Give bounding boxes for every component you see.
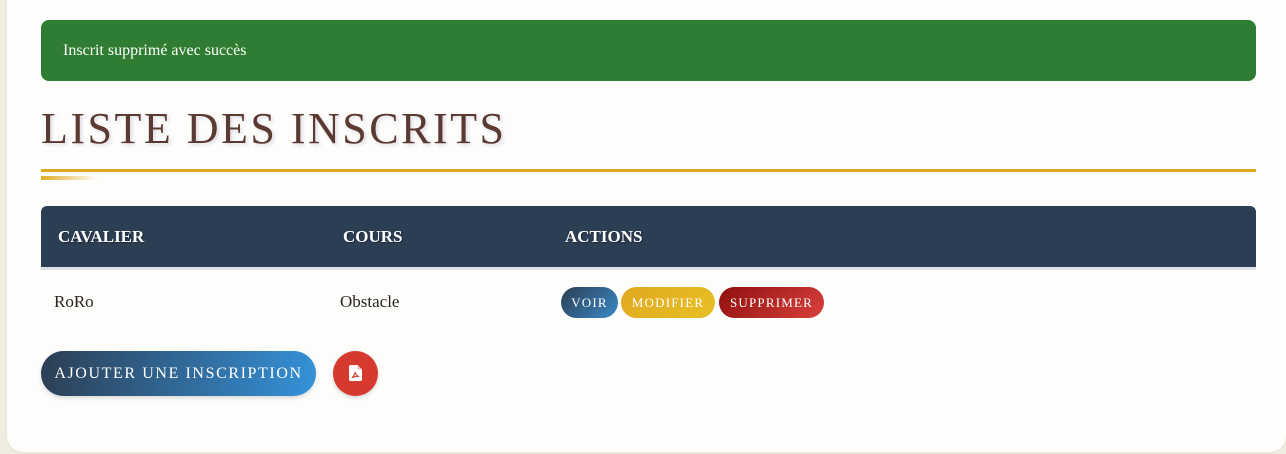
edit-button[interactable]: MODIFIER <box>621 287 715 318</box>
title-accent-bar <box>41 176 97 180</box>
column-header-cavalier: CAVALIER <box>58 227 145 246</box>
page-title: LISTE DES INSCRITS <box>41 104 507 153</box>
title-divider <box>41 169 1256 172</box>
cell-cavalier: RoRo <box>54 292 94 311</box>
view-button[interactable]: VOIR <box>561 287 618 318</box>
cell-cours: Obstacle <box>340 292 400 311</box>
delete-button[interactable]: SUPPRIMER <box>719 287 824 318</box>
alert-message: Inscrit supprimé avec succès <box>63 42 247 59</box>
add-registration-button[interactable]: AJOUTER UNE INSCRIPTION <box>41 351 316 396</box>
success-alert: Inscrit supprimé avec succès <box>41 20 1256 81</box>
table-row: RoRo Obstacle VOIR MODIFIER SUPPRIMER <box>41 270 1256 334</box>
table-header: CAVALIER COURS ACTIONS <box>41 206 1256 270</box>
column-header-actions: ACTIONS <box>565 227 643 246</box>
registrations-table: CAVALIER COURS ACTIONS RoRo Obstacle VOI… <box>41 206 1256 334</box>
column-header-cours: COURS <box>343 227 403 246</box>
export-pdf-button[interactable] <box>333 351 378 396</box>
file-pdf-icon <box>349 365 362 381</box>
